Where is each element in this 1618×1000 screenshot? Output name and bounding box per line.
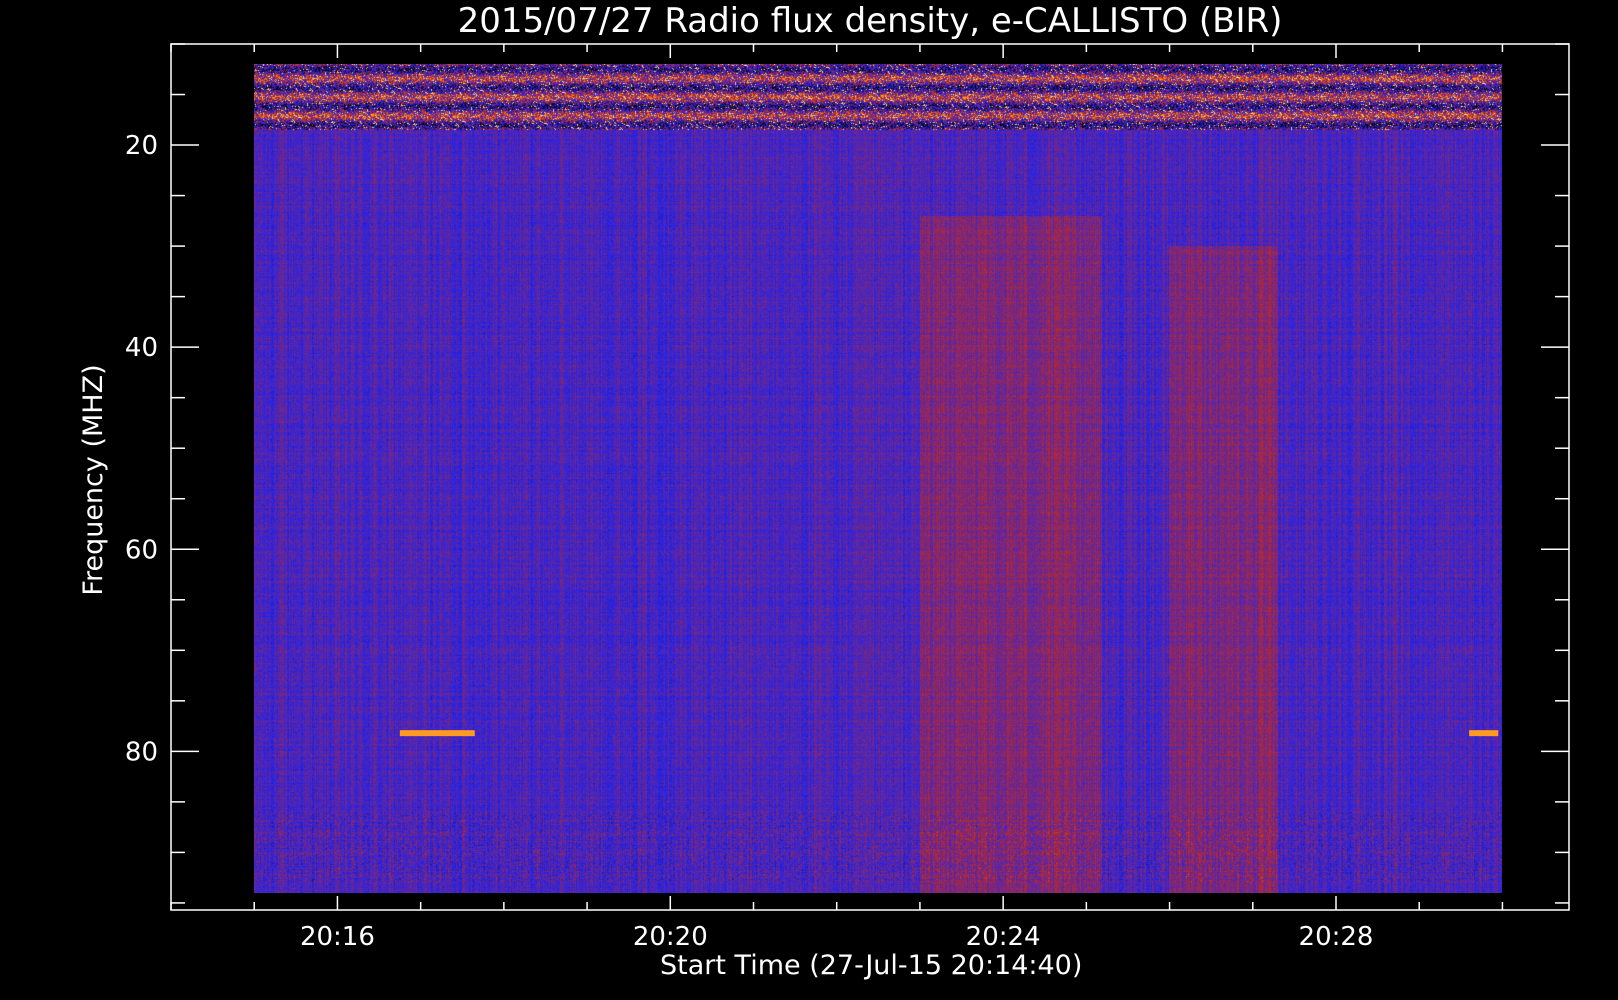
narrowband-line	[1469, 730, 1499, 737]
y-tick-label: 20	[125, 131, 158, 161]
chart-title: 2015/07/27 Radio flux density, e-CALLIST…	[458, 1, 1283, 41]
spectrogram-chart: 2015/07/27 Radio flux density, e-CALLIST…	[0, 0, 1618, 1000]
x-tick-label: 20:16	[300, 922, 375, 952]
spectrogram-raster	[254, 64, 1502, 893]
x-axis-label: Start Time (27-Jul-15 20:14:40)	[660, 950, 1082, 981]
x-tick-label: 20:20	[633, 922, 708, 952]
x-tick-label: 20:24	[966, 922, 1041, 952]
y-tick-label: 40	[125, 333, 158, 363]
spectrogram-image	[254, 64, 1502, 893]
x-tick-label: 20:28	[1299, 922, 1374, 952]
y-tick-label: 60	[125, 535, 158, 565]
y-axis-label: Frequency (MHZ)	[78, 364, 109, 595]
y-tick-label: 80	[125, 737, 158, 767]
narrowband-line	[399, 730, 475, 737]
